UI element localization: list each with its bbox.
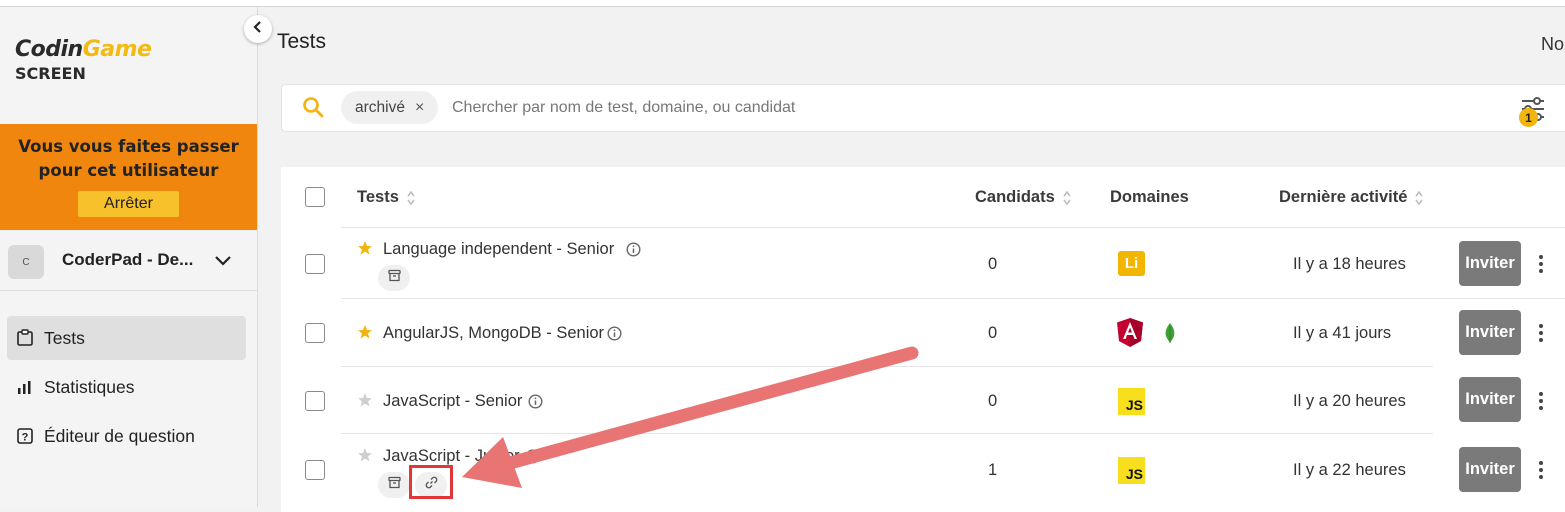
svg-text:?: ? xyxy=(22,432,29,444)
domain-badge-js: JS xyxy=(1118,388,1145,415)
archive-button[interactable] xyxy=(378,472,410,498)
column-header-tests[interactable]: Tests xyxy=(357,188,416,207)
sort-icon xyxy=(1062,190,1072,206)
filter-chip-label: archivé xyxy=(355,98,405,116)
more-options-icon[interactable] xyxy=(1534,459,1548,481)
impersonation-message: Vous vous faites passer pour cet utilisa… xyxy=(18,137,239,180)
more-options-icon[interactable] xyxy=(1534,390,1548,412)
row-checkbox[interactable] xyxy=(305,391,325,411)
test-name[interactable]: AngularJS, MongoDB - Senior xyxy=(383,324,604,343)
logo[interactable]: CodinGame SCREEN xyxy=(15,37,152,83)
archive-button[interactable] xyxy=(378,265,410,291)
domain-badge-li: Li xyxy=(1118,251,1145,276)
info-icon[interactable] xyxy=(525,449,540,469)
clipboard-icon xyxy=(16,329,34,347)
filter-count-badge: 1 xyxy=(1519,108,1538,127)
info-icon[interactable] xyxy=(626,242,641,262)
star-icon[interactable] xyxy=(357,240,373,261)
candidates-count: 1 xyxy=(988,461,998,479)
org-avatar: C xyxy=(8,245,44,279)
invite-button[interactable]: Inviter xyxy=(1459,241,1521,286)
candidates-count: 0 xyxy=(988,255,998,273)
chevron-down-icon[interactable] xyxy=(214,254,232,272)
mongodb-icon xyxy=(1164,322,1176,349)
chevron-left-icon xyxy=(252,20,264,39)
sidebar-item-label: Tests xyxy=(44,327,85,348)
org-name: CoderPad - De... xyxy=(62,250,194,269)
test-name[interactable]: Language independent - Senior xyxy=(383,240,614,259)
column-header-last-activity[interactable]: Dernière activité xyxy=(1279,188,1424,207)
stop-impersonation-button[interactable]: Arrêter xyxy=(78,191,179,217)
sort-icon xyxy=(406,190,416,206)
last-activity: Il y a 18 heures xyxy=(1293,255,1406,273)
close-icon[interactable]: × xyxy=(415,99,424,117)
link-icon xyxy=(425,476,438,494)
search-input[interactable] xyxy=(450,93,1354,123)
row-divider xyxy=(341,227,1565,228)
organization-selector[interactable]: C CoderPad - De... xyxy=(0,230,257,291)
domain-badge-js: JS xyxy=(1118,457,1145,484)
last-activity: Il y a 20 heures xyxy=(1293,392,1406,410)
more-options-icon[interactable] xyxy=(1534,253,1548,275)
select-all-checkbox[interactable] xyxy=(305,187,325,207)
sidebar-item-tests[interactable]: Tests xyxy=(7,316,246,360)
impersonation-banner: Vous vous faites passer pour cet utilisa… xyxy=(0,124,257,230)
row-checkbox[interactable] xyxy=(305,254,325,274)
sidebar-item-question-editor[interactable]: ? Éditeur de question xyxy=(7,414,246,458)
copy-link-button[interactable] xyxy=(415,472,447,498)
question-square-icon: ? xyxy=(16,427,34,445)
star-icon[interactable] xyxy=(357,324,373,345)
test-name[interactable]: JavaScript - Senior xyxy=(383,392,522,411)
sort-icon xyxy=(1414,190,1424,206)
star-outline-icon[interactable] xyxy=(357,392,373,413)
collapse-sidebar-button[interactable] xyxy=(244,15,272,43)
candidates-count: 0 xyxy=(988,392,998,410)
invite-button[interactable]: Inviter xyxy=(1459,377,1521,422)
sidebar-item-statistics[interactable]: Statistiques xyxy=(7,365,246,409)
sidebar-item-label: Éditeur de question xyxy=(44,425,195,446)
candidates-count: 0 xyxy=(988,324,998,342)
sidebar: CodinGame SCREEN Vous vous faites passer… xyxy=(0,7,258,507)
info-icon[interactable] xyxy=(528,394,543,414)
invite-button[interactable]: Inviter xyxy=(1459,447,1521,492)
last-activity: Il y a 22 heures xyxy=(1293,461,1406,479)
more-options-icon[interactable] xyxy=(1534,322,1548,344)
top-border xyxy=(0,0,1565,7)
last-activity: Il y a 41 jours xyxy=(1293,324,1392,342)
angular-icon xyxy=(1116,317,1144,353)
test-name[interactable]: JavaScript - Junior xyxy=(383,447,520,466)
row-divider xyxy=(341,366,1433,367)
logo-wordmark: CodinGame xyxy=(15,37,152,62)
column-header-domains: Domaines xyxy=(1110,188,1189,206)
star-outline-icon[interactable] xyxy=(357,447,373,468)
archive-icon xyxy=(387,476,401,494)
bar-chart-icon xyxy=(16,378,34,396)
search-icon xyxy=(302,96,324,123)
invite-button[interactable]: Inviter xyxy=(1459,310,1521,355)
archive-icon xyxy=(387,269,401,287)
row-checkbox[interactable] xyxy=(305,460,325,480)
row-divider xyxy=(341,433,1433,434)
row-divider xyxy=(341,298,1565,299)
filter-chip-archived: archivé × xyxy=(341,91,439,124)
header-right-text[interactable]: No xyxy=(1541,34,1564,55)
row-checkbox[interactable] xyxy=(305,323,325,343)
logo-subtitle: SCREEN xyxy=(15,64,86,83)
info-icon[interactable] xyxy=(607,326,622,346)
search-bar: archivé × 1 xyxy=(281,84,1565,132)
column-header-candidates[interactable]: Candidats xyxy=(975,188,1072,207)
page-title: Tests xyxy=(277,30,327,53)
sidebar-item-label: Statistiques xyxy=(44,376,135,397)
